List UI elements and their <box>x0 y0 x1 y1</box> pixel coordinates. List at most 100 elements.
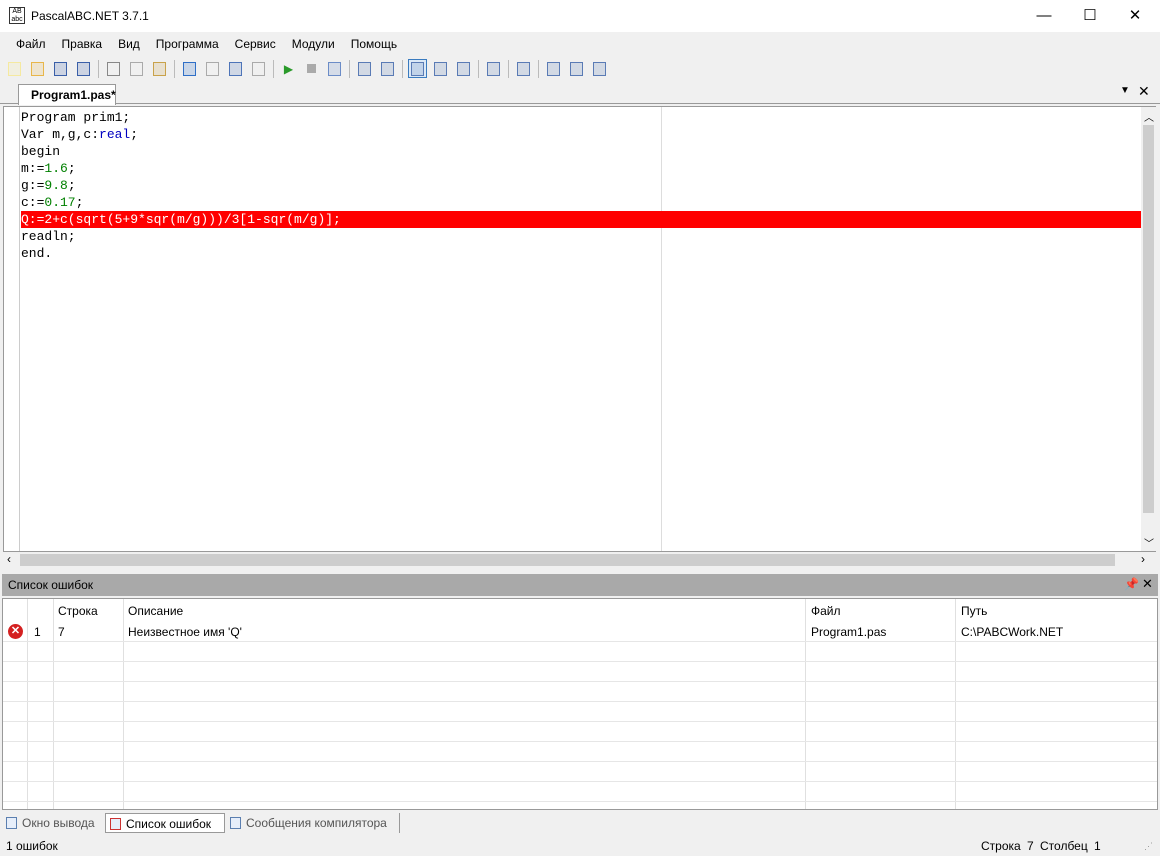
editor-tab-strip: ▼ ✕ <box>0 82 1160 104</box>
resize-grip-icon[interactable]: ⋰ <box>1144 841 1153 852</box>
code-token: c:= <box>21 195 45 210</box>
format-icon[interactable] <box>431 59 450 78</box>
toolbar-separator <box>508 59 509 78</box>
row-label: Строка <box>981 839 1021 853</box>
save-icon[interactable] <box>51 59 70 78</box>
toolbar-separator <box>174 59 175 78</box>
module-r-icon[interactable] <box>590 59 609 78</box>
scroll-up-icon[interactable]: ︿ <box>1144 109 1154 124</box>
table-row <box>3 782 1157 802</box>
open-icon[interactable] <box>28 59 47 78</box>
scroll-right-icon[interactable]: › <box>1141 552 1145 566</box>
error-count: 1 ошибок <box>6 839 58 853</box>
code-token: ; <box>75 195 84 210</box>
header-description[interactable]: Описание <box>128 604 183 618</box>
menu-5[interactable]: Модули <box>284 32 343 56</box>
error-path: C:\PABCWork.NET <box>961 625 1064 639</box>
toolbar-separator <box>478 59 479 78</box>
horizontal-scroll-thumb[interactable] <box>20 554 1115 566</box>
run-icon[interactable]: ▶ <box>279 59 298 78</box>
tab-error-list[interactable]: Список ошибок <box>105 813 225 833</box>
tab-list-chevron-icon[interactable]: ▼ <box>1120 85 1130 96</box>
toolbar-separator <box>402 59 403 78</box>
table-row <box>3 682 1157 702</box>
back-icon[interactable] <box>226 59 245 78</box>
code-line[interactable]: end. <box>21 245 1141 262</box>
module-d-icon[interactable] <box>544 59 563 78</box>
debug-icon[interactable] <box>325 59 344 78</box>
table-row[interactable]: ✕ 1 7 Неизвестное имя 'Q' Program1.pas C:\PAB… <box>3 622 1157 642</box>
code-line[interactable]: readln; <box>21 228 1141 245</box>
paste-icon[interactable] <box>150 59 169 78</box>
redo-icon[interactable] <box>203 59 222 78</box>
window-title: PascalABC.NET 3.7.1 <box>31 9 149 23</box>
vertical-scroll-thumb[interactable] <box>1143 125 1154 513</box>
tab-program1[interactable]: Program1.pas* <box>18 84 116 105</box>
table-row <box>3 702 1157 722</box>
vertical-scrollbar[interactable]: ︿ ﹀ <box>1141 107 1156 551</box>
header-file[interactable]: Файл <box>811 604 841 618</box>
column-value: 1 <box>1094 839 1101 853</box>
code-editor[interactable]: Program prim1; Var m,g,c:real; begin m:=1.6… <box>3 106 1156 552</box>
new-file-icon[interactable] <box>5 59 24 78</box>
toolbar-separator <box>538 59 539 78</box>
menu-4[interactable]: Сервис <box>227 32 284 56</box>
scroll-left-icon[interactable]: ‹ <box>7 552 11 566</box>
menu-0[interactable]: Файл <box>8 32 54 56</box>
code-line[interactable]: Program prim1; <box>21 109 1141 126</box>
cut-icon[interactable] <box>104 59 123 78</box>
code-token: ; <box>67 178 76 193</box>
header-line[interactable]: Строка <box>58 604 98 618</box>
status-bar: 1 ошибок Строка 7 Столбец 1 ⋰ <box>0 835 1160 856</box>
close-tab-icon[interactable]: ✕ <box>1138 83 1150 100</box>
forward-icon[interactable] <box>249 59 268 78</box>
tab-output-window[interactable]: Окно вывода <box>2 813 102 833</box>
output-window-icon[interactable] <box>408 59 427 78</box>
code-line[interactable]: Q:=2+c(sqrt(5+9*sqr(m/g)))/3[1-sqr(m/g)]… <box>21 211 1141 228</box>
close-panel-icon[interactable]: ✕ <box>1142 576 1153 592</box>
editor-gutter <box>4 107 20 551</box>
pin-icon[interactable]: 📌 <box>1124 577 1139 591</box>
tab-label: Окно вывода <box>22 816 95 830</box>
error-icon: ✕ <box>8 624 23 639</box>
code-token: Q:=2+c(sqrt(5+9*sqr(m/g)))/3[1-sqr(m/g)]… <box>21 212 341 227</box>
minimize-button[interactable]: — <box>1021 0 1067 32</box>
toolbar-separator <box>273 59 274 78</box>
code-token: 1.6 <box>44 161 68 176</box>
error-file: Program1.pas <box>811 625 887 639</box>
menu-1[interactable]: Правка <box>54 32 111 56</box>
stop-icon[interactable] <box>302 59 321 78</box>
copy-icon[interactable] <box>127 59 146 78</box>
close-button[interactable]: ✕ <box>1112 0 1158 32</box>
table-row <box>3 742 1157 762</box>
step-into-icon[interactable] <box>378 59 397 78</box>
code-icon[interactable] <box>514 59 533 78</box>
menu-6[interactable]: Помощь <box>343 32 405 56</box>
tab-compiler-messages[interactable]: Сообщения компилятора <box>226 813 400 833</box>
abc-check-icon[interactable] <box>454 59 473 78</box>
code-line[interactable]: g:=9.8; <box>21 177 1141 194</box>
module-l-icon[interactable] <box>567 59 586 78</box>
compiler-icon[interactable] <box>484 59 503 78</box>
code-token: end. <box>21 246 53 261</box>
step-over-icon[interactable] <box>355 59 374 78</box>
undo-icon[interactable] <box>180 59 199 78</box>
code-token: ; <box>67 161 76 176</box>
code-line[interactable]: c:=0.17; <box>21 194 1141 211</box>
code-token: 0.17 <box>44 195 76 210</box>
menu-3[interactable]: Программа <box>148 32 227 56</box>
header-path[interactable]: Путь <box>961 604 987 618</box>
bottom-tabs: Окно вывода Список ошибок Сообщения комп… <box>0 811 1160 833</box>
menu-2[interactable]: Вид <box>110 32 148 56</box>
scroll-down-icon[interactable]: ﹀ <box>1144 535 1154 550</box>
horizontal-scrollbar[interactable]: ‹ › <box>3 552 1156 568</box>
tab-label: Список ошибок <box>126 817 212 831</box>
code-line[interactable]: begin <box>21 143 1141 160</box>
maximize-button[interactable]: ☐ <box>1067 0 1113 32</box>
code-line[interactable]: m:=1.6; <box>21 160 1141 177</box>
save-all-icon[interactable] <box>74 59 93 78</box>
error-table: Строка Описание Файл Путь ✕ 1 7 Неизвестное… <box>2 598 1158 810</box>
toolbar: ▶ <box>0 56 1160 81</box>
compiler-messages-icon <box>230 817 241 829</box>
code-line[interactable]: Var m,g,c:real; <box>21 126 1141 143</box>
